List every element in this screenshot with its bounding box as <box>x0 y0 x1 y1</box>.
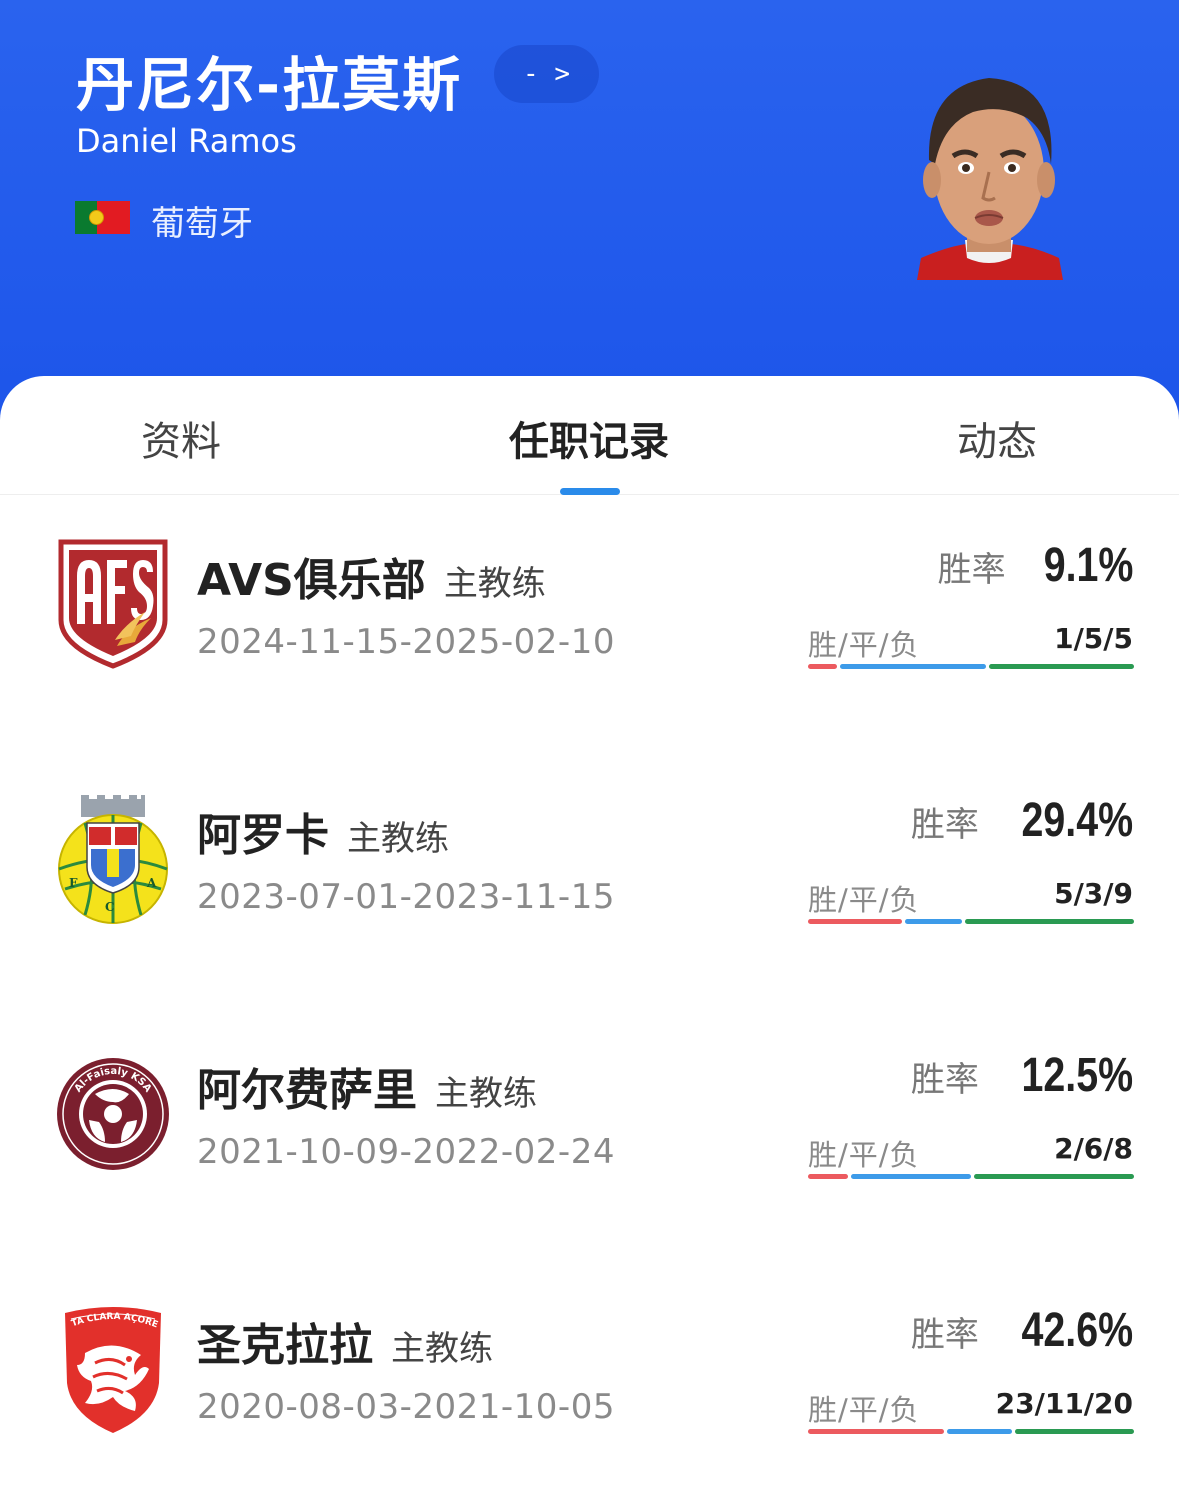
tab-news[interactable]: 动态 <box>957 409 1037 467</box>
club-name-text: 阿罗卡 <box>197 810 329 861</box>
tenure-period: 2023-07-01-2023-11-15 <box>197 877 615 917</box>
coach-avatar <box>917 78 1063 280</box>
profile-header: 丹尼尔-拉莫斯 - > Daniel Ramos 葡萄牙 <box>0 0 1179 420</box>
win-rate-value: 9.1% <box>1043 539 1133 592</box>
club-name: 圣克拉拉 主教练 <box>197 1309 493 1373</box>
career-record[interactable]: F C A 阿罗卡 主教练 2023-07-01-2023-11-15 胜率 29… <box>0 773 1179 953</box>
loss-segment <box>988 664 1134 669</box>
santa-clara-crest-icon: CD SANTA CLARA AÇORES 1921 <box>55 1303 161 1433</box>
win-rate-label: 胜率 <box>910 1060 979 1100</box>
role-label: 主教练 <box>391 1329 493 1369</box>
loss-segment <box>964 919 1134 924</box>
loss-segment <box>1015 1429 1134 1434</box>
wdl-label: 胜/平/负 <box>808 883 920 917</box>
win-segment <box>808 664 838 669</box>
svg-text:C: C <box>105 900 115 914</box>
avs-crest-icon <box>58 539 168 669</box>
tab-career[interactable]: 任职记录 <box>509 409 669 467</box>
tenure-period: 2020-08-03-2021-10-05 <box>197 1387 615 1427</box>
tenure-period: 2024-11-15-2025-02-10 <box>197 622 615 662</box>
win-rate-value: 42.6% <box>1021 1304 1133 1357</box>
svg-text:A: A <box>146 876 157 890</box>
win-rate: 胜率 9.1% <box>938 538 1133 593</box>
club-name: 阿尔费萨里 主教练 <box>197 1054 537 1118</box>
draw-segment <box>840 664 986 669</box>
draw-segment <box>947 1429 1013 1434</box>
content-panel: 资料 任职记录 动态 AVS俱乐部 主教练 2024-11-15-2025-02-… <box>0 376 1179 1491</box>
career-record[interactable]: AVS俱乐部 主教练 2024-11-15-2025-02-10 胜率 9.1% … <box>0 518 1179 698</box>
win-rate-label: 胜率 <box>910 805 979 845</box>
loss-segment <box>974 1174 1134 1179</box>
coach-name-cn: 丹尼尔-拉莫斯 <box>76 51 463 119</box>
wdl-value: 23/11/20 <box>995 1387 1133 1420</box>
win-segment <box>808 1429 945 1434</box>
wdl-bar <box>808 664 1134 669</box>
win-segment <box>808 919 903 924</box>
win-rate: 胜率 12.5% <box>911 1048 1133 1103</box>
arouca-crest-icon: F C A <box>58 795 168 924</box>
svg-text:F: F <box>69 876 78 890</box>
career-record[interactable]: Al-Faisaly KSA 阿尔费萨里 主教练 2021-10-09-2022-… <box>0 1028 1179 1208</box>
win-rate-label: 胜率 <box>937 550 1006 590</box>
tab-indicator <box>560 488 620 495</box>
portugal-flag-icon <box>75 201 130 234</box>
club-name-text: AVS俱乐部 <box>197 555 426 606</box>
wdl-bar <box>808 1174 1134 1179</box>
wdl-label: 胜/平/负 <box>808 628 920 662</box>
al-faisaly-crest-icon: Al-Faisaly KSA <box>57 1058 169 1170</box>
win-rate-label: 胜率 <box>910 1315 979 1355</box>
tab-bar: 资料 任职记录 动态 <box>0 376 1179 495</box>
career-record[interactable]: CD SANTA CLARA AÇORES 1921 圣克拉拉主教练 2020-… <box>0 1283 1179 1463</box>
wdl-bar <box>808 919 1134 924</box>
club-name-text: 圣克拉拉 <box>197 1320 373 1371</box>
wdl-label: 胜/平/负 <box>808 1393 920 1427</box>
wdl-label: 胜/平/负 <box>808 1138 920 1172</box>
draw-segment <box>905 919 962 924</box>
club-name: 阿罗卡 主教练 <box>197 799 449 863</box>
role-label: 主教练 <box>443 564 546 604</box>
club-name-text: 阿尔费萨里 <box>197 1065 417 1116</box>
win-rate: 胜率 42.6% <box>911 1303 1133 1358</box>
wdl-bar <box>808 1429 1134 1434</box>
role-label: 主教练 <box>435 1074 537 1114</box>
coach-name-en: Daniel Ramos <box>76 122 297 160</box>
win-rate-value: 12.5% <box>1021 1049 1133 1102</box>
tenure-period: 2021-10-09-2022-02-24 <box>197 1132 615 1172</box>
wdl-value: 2/6/8 <box>1054 1132 1133 1165</box>
win-rate-value: 29.4% <box>1021 794 1133 847</box>
country-label: 葡萄牙 <box>151 204 253 244</box>
win-segment <box>808 1174 848 1179</box>
wdl-value: 5/3/9 <box>1054 877 1133 910</box>
role-label: 主教练 <box>347 819 449 859</box>
profile-detail-button[interactable]: - > <box>494 45 599 103</box>
win-rate: 胜率 29.4% <box>911 793 1133 848</box>
draw-segment <box>851 1174 971 1179</box>
club-name: AVS俱乐部 主教练 <box>197 544 546 608</box>
wdl-value: 1/5/5 <box>1054 622 1133 655</box>
tab-profile[interactable]: 资料 <box>141 409 221 467</box>
